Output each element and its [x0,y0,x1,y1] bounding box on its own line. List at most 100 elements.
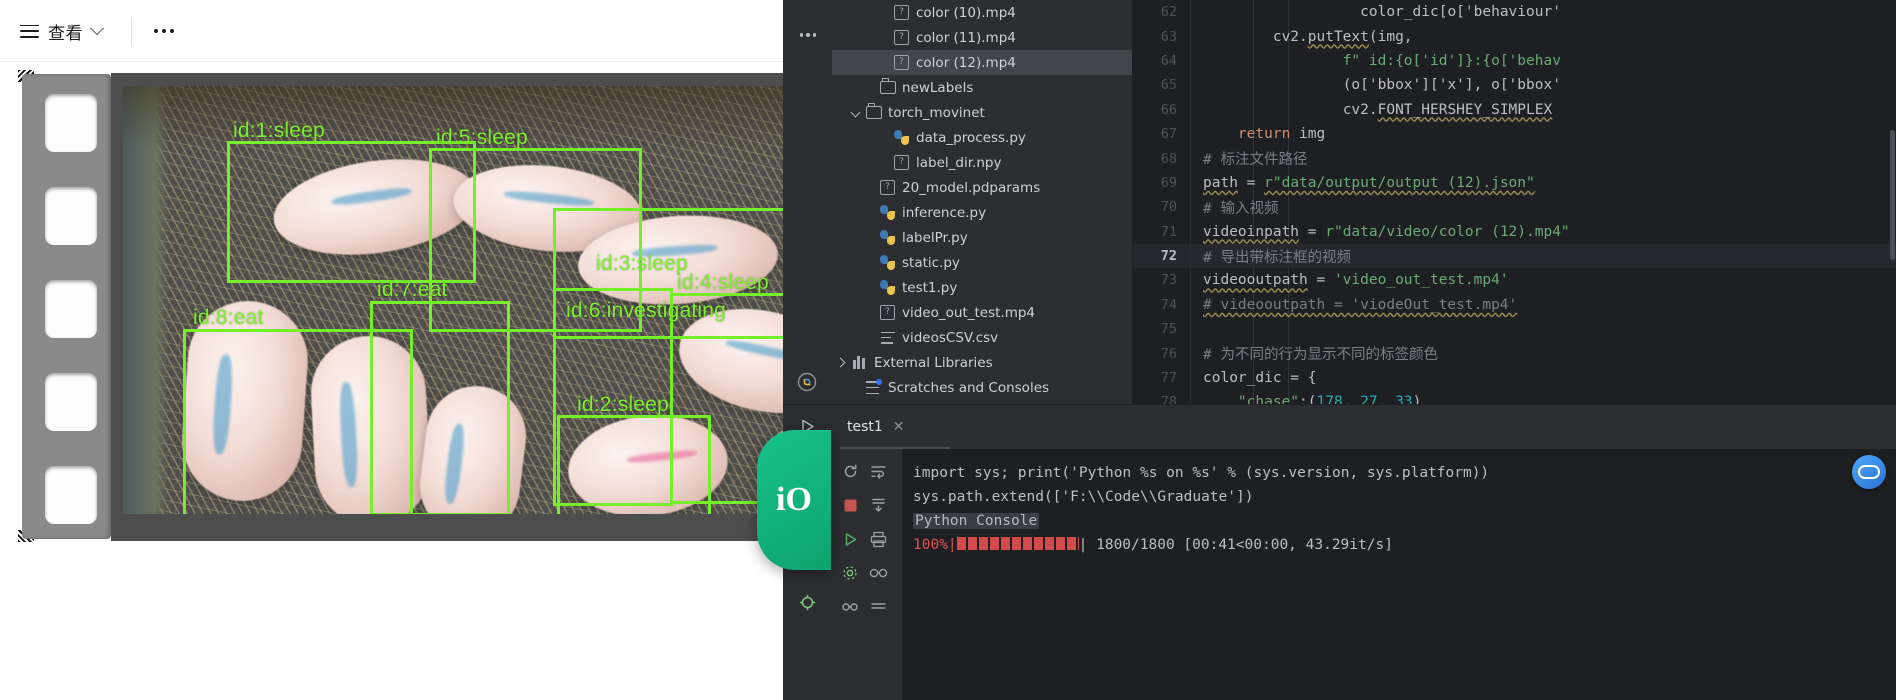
file-icon: ? [893,154,910,171]
tree-item-color-11-mp4[interactable]: ? color (11).mp4 [832,25,1132,50]
app-logo-blob[interactable]: iO [757,430,831,570]
progress-bar [956,537,1079,550]
tree-item-label-dir-npy[interactable]: ? label_dir.npy [832,150,1132,175]
sidebar-more-icon[interactable] [795,22,821,48]
scratches-icon [865,379,882,396]
line-number: 75 [1160,321,1177,338]
code-token: "chase" [1237,394,1300,404]
code-token: # videooutpath = 'viodeOut_test.mp4' [1203,296,1518,313]
tree-item-data-process-py[interactable]: data_process.py [832,125,1132,150]
view-menu-label: 查看 [48,23,83,43]
tree-item-newlabels[interactable]: newLabels [832,75,1132,100]
code-token: r"data/output/output (12).json" [1264,174,1535,191]
film-hole [45,94,97,152]
code-token: # 输入视频 [1203,200,1279,217]
code-token: (o['bbox']['x'], o['bbox' [1342,77,1561,94]
tree-item-label: static.py [902,254,960,271]
chevron-right-icon[interactable] [836,356,849,369]
tree-item-external-libraries[interactable]: External Libraries [832,350,1132,375]
code-line-current: 72 # 导出带标注框的视频 [1133,243,1896,269]
detection-label: id:5:sleep [436,126,528,149]
view-menu-button[interactable]: 查看 [9,12,113,51]
detection-box [183,329,413,514]
code-token: cv2. [1272,28,1308,45]
code-line: 78 "chase":(178, 27, 33) [1133,390,1896,404]
glasses-icon[interactable] [866,561,890,585]
scroll-to-end-icon[interactable] [866,493,890,517]
progress-percent: 100%| [913,537,957,553]
detection-label: id:7:eat [377,278,448,301]
detection-label: id:2:sleep [577,393,669,416]
python-icon [879,229,896,246]
code-token: cv2. [1342,101,1378,118]
code-token: = { [1281,370,1317,387]
tree-item-video-out-test-mp4[interactable]: ? video_out_test.mp4 [832,300,1132,325]
tree-item-torch-movinet[interactable]: torch_movinet [832,100,1132,125]
tree-item-label: 20_model.pdparams [902,179,1041,196]
code-editor[interactable]: 62 color_dic[o['behaviour' 63 cv2.putTex… [1133,0,1896,404]
editor-scrollbar[interactable] [1890,130,1895,260]
detection-label: id:3:sleep [596,252,688,275]
pen-wall [123,86,169,514]
detection-label: id:4:sleep [677,271,769,294]
close-icon[interactable]: ✕ [893,419,905,435]
stop-icon[interactable] [838,493,862,517]
line-number: 69 [1160,174,1177,191]
more-icon[interactable] [866,595,890,619]
code-line: 70 # 输入视频 [1133,195,1896,220]
line-number: 67 [1160,126,1177,143]
chevron-down-icon [89,21,105,36]
console-line: import sys; print('Python %s on %s' % (s… [913,465,1490,481]
project-tree-panel[interactable]: ? color (10).mp4? color (11).mp4? color (12… [832,0,1132,404]
tree-item-label: test1.py [902,279,958,296]
soft-wrap-icon[interactable] [866,459,890,483]
console-tab-test1[interactable]: test1 ✕ [843,413,909,441]
file-icon: ? [893,54,910,71]
line-number: 64 [1160,52,1177,69]
chevron-down-icon[interactable] [850,106,863,119]
settings-icon[interactable] [838,561,862,585]
screen-root: 查看 id:1:sleep id:5:sleep id:3:sleep id:7… [0,0,1896,700]
rerun-icon[interactable] [838,459,862,483]
tree-item-test1-py[interactable]: test1.py [832,275,1132,300]
tree-item-color-12-mp4[interactable]: ? color (12).mp4 [832,50,1132,75]
problems-icon[interactable] [793,588,821,616]
link-icon[interactable] [838,595,862,619]
tree-item-labelpr-py[interactable]: labelPr.py [832,225,1132,250]
python-icon [893,129,910,146]
ai-assistant-icon[interactable] [1852,455,1886,489]
line-number: 77 [1160,370,1177,387]
code-token: 33 [1395,394,1413,404]
code-line: 76 # 为不同的行为显示不同的标签颜色 [1133,341,1896,366]
tree-item-label: videosCSV.csv [902,329,999,346]
film-hole [45,466,97,524]
run-icon[interactable] [838,527,862,551]
code-token: ) [1412,394,1422,404]
code-line: 74 # videooutpath = 'viodeOut_test.mp4' [1133,292,1896,318]
code-token: # 导出带标注框的视频 [1203,249,1351,266]
code-token: FONT_HERSHEY_SIMPLEX [1377,101,1553,118]
console-output[interactable]: import sys; print('Python %s on %s' % (s… [903,449,1896,700]
film-strip[interactable] [22,74,111,539]
python-console-panel: test1 ✕ import sys; print('Python %s on … [832,405,1896,700]
hamburger-icon [20,24,39,38]
tree-item-inference-py[interactable]: inference.py [832,200,1132,225]
file-icon: ? [879,179,896,196]
file-icon: ? [893,4,910,21]
tree-item-static-py[interactable]: static.py [832,250,1132,275]
tree-item-scratches-and-consoles[interactable]: Scratches and Consoles [832,375,1132,400]
python-package-icon[interactable] [793,368,821,396]
folder-icon [865,103,882,121]
more-options-button[interactable] [140,19,188,43]
ide-tool-sidebar [783,0,833,700]
tree-item-color-10-mp4[interactable]: ? color (10).mp4 [832,0,1132,25]
detection-label: id:8:eat [193,306,264,329]
code-token: path [1203,174,1238,191]
print-icon[interactable] [866,527,890,551]
tree-item-20-model-pdparams[interactable]: ? 20_model.pdparams [832,175,1132,200]
tree-item-videoscsv-csv[interactable]: videosCSV.csv [832,325,1132,350]
